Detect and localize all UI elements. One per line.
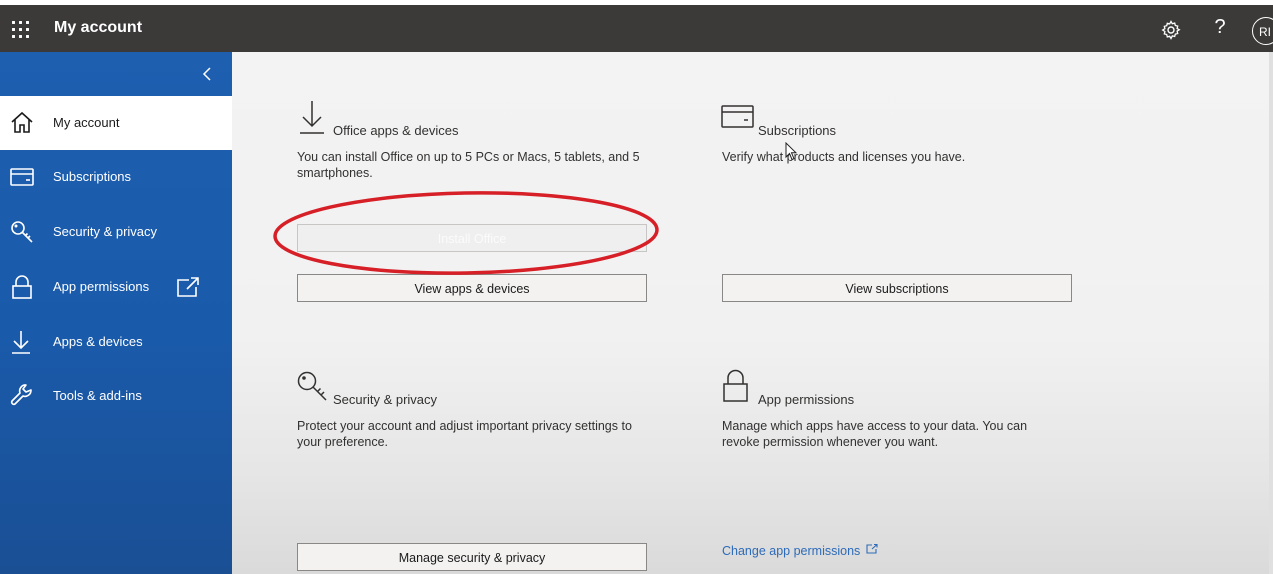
security-privacy-description: Protect your account and adjust importan… <box>297 419 632 449</box>
sidebar-item-security-privacy[interactable]: Security & privacy <box>0 205 232 259</box>
sidebar-item-tools-addins[interactable]: Tools & add-ins <box>0 369 232 423</box>
key-icon <box>297 371 327 401</box>
sidebar-item-label: App permissions <box>53 279 150 294</box>
view-subscriptions-button[interactable]: View subscriptions <box>722 274 1072 302</box>
sidebar-item-app-permissions[interactable]: App permissions <box>0 260 232 314</box>
manage-security-privacy-button[interactable]: Manage security & privacy <box>297 543 647 571</box>
change-app-permissions-label: Change app permissions <box>722 544 861 558</box>
download-icon <box>300 101 324 134</box>
app-permissions-description: Manage which apps have access to your da… <box>722 419 1028 449</box>
avatar[interactable]: RI <box>1252 17 1273 45</box>
security-privacy-title: Security & privacy <box>333 392 438 407</box>
open-external-icon <box>866 543 878 554</box>
top-bar: My account ? RI <box>0 5 1273 52</box>
card-icon <box>721 105 754 128</box>
subscriptions-title: Subscriptions <box>758 123 837 138</box>
sidebar-item-label: Apps & devices <box>53 334 143 349</box>
sidebar-item-label: Subscriptions <box>53 169 132 184</box>
chevron-left-icon[interactable] <box>200 64 214 84</box>
sidebar-item-my-account[interactable]: My account <box>0 96 232 150</box>
sidebar-item-apps-devices[interactable]: Apps & devices <box>0 315 232 369</box>
app-title: My account <box>54 19 143 36</box>
key-icon <box>11 221 33 243</box>
office-apps-title: Office apps & devices <box>333 123 459 138</box>
sidebar-item-label: Tools & add-ins <box>53 388 142 403</box>
sidebar-item-subscriptions[interactable]: Subscriptions <box>0 150 232 204</box>
download-icon <box>12 331 30 354</box>
app-launcher-icon[interactable] <box>12 21 30 39</box>
subscriptions-description: Verify what products and licenses you ha… <box>722 150 966 164</box>
home-icon <box>11 111 33 133</box>
app-permissions-title: App permissions <box>758 392 855 407</box>
view-apps-devices-button[interactable]: View apps & devices <box>297 274 647 302</box>
main-content: Office apps & devices You can install Of… <box>232 52 1273 574</box>
wrench-icon <box>10 384 32 406</box>
change-app-permissions-link[interactable]: Change app permissions <box>722 543 878 558</box>
sidebar-item-label: Security & privacy <box>53 224 158 239</box>
gear-icon[interactable] <box>1160 19 1182 41</box>
lock-icon <box>723 369 748 402</box>
annotation-circle <box>273 191 659 275</box>
help-icon[interactable]: ? <box>1212 16 1228 39</box>
office-apps-description: You can install Office on up to 5 PCs or… <box>297 150 640 180</box>
card-icon <box>10 168 34 186</box>
sidebar-item-label: My account <box>53 115 120 130</box>
mouse-cursor-icon <box>785 142 797 161</box>
scrollbar[interactable] <box>1269 52 1273 574</box>
sidebar: My account Subscriptions Security & priv… <box>0 52 232 574</box>
lock-icon <box>12 275 32 299</box>
open-external-icon[interactable] <box>176 276 200 298</box>
